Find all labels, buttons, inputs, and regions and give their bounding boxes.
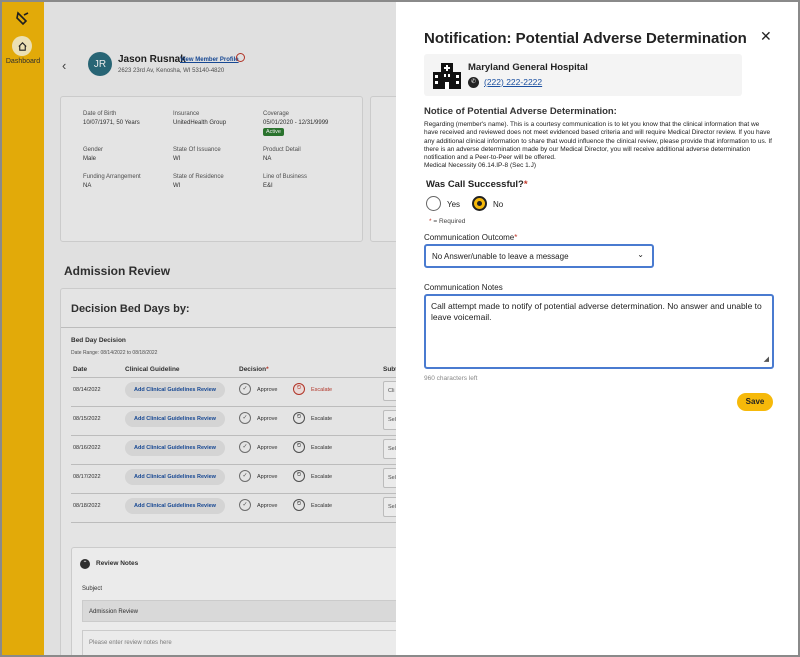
hospital-icon [433, 63, 461, 89]
notice-title: Notice of Potential Adverse Determinatio… [424, 106, 617, 117]
close-icon[interactable]: ✕ [760, 28, 772, 45]
outcome-select[interactable]: No Answer/unable to leave a message ⌄ [424, 244, 654, 268]
modal-title: Notification: Potential Adverse Determin… [424, 30, 747, 47]
communication-notes-field[interactable]: Call attempt made to notify of potential… [424, 294, 774, 369]
required-asterisk: * [523, 179, 528, 190]
hospital-phone-link[interactable]: (222) 222-2222 [484, 77, 542, 87]
required-note: * = Required [429, 218, 465, 225]
hospital-card: Maryland General Hospital ✆ (222) 222-22… [424, 54, 742, 96]
no-label: No [493, 200, 504, 209]
required-note-text: = Required [433, 218, 466, 225]
required-asterisk: * [429, 218, 432, 225]
outcome-label-text: Communication Outcome [424, 233, 515, 242]
communication-notes-label: Communication Notes [424, 283, 503, 292]
notice-text: Regarding (member's name). This is a cou… [424, 121, 772, 162]
modal-backdrop[interactable] [2, 2, 397, 655]
notice-reference: Medical Necessity 06.14.IP-8 (Sec 1.J) [424, 162, 536, 170]
call-success-question: Was Call Successful?* [426, 179, 528, 190]
notification-modal: Notification: Potential Adverse Determin… [396, 2, 798, 655]
no-radio[interactable] [472, 196, 487, 211]
phone-icon: ✆ [468, 77, 479, 88]
app-frame: Dashboard ‹ JR Jason Rusnak View Member … [2, 2, 798, 655]
required-asterisk: * [514, 233, 518, 242]
resize-handle-icon[interactable]: ◢ [764, 354, 769, 365]
call-success-label: Was Call Successful? [426, 179, 524, 190]
notice-body: Regarding (member's name). This is a cou… [424, 121, 772, 171]
characters-left: 960 characters left [424, 375, 478, 382]
save-button[interactable]: Save [737, 393, 773, 411]
hospital-name: Maryland General Hospital [468, 62, 588, 73]
yes-label: Yes [447, 200, 461, 209]
outcome-selected-value: No Answer/unable to leave a message [432, 252, 569, 261]
chevron-down-icon: ⌄ [637, 250, 644, 259]
yes-radio[interactable] [426, 196, 441, 211]
outcome-label: Communication Outcome* [424, 233, 517, 242]
communication-notes-value: Call attempt made to notify of potential… [431, 301, 762, 322]
